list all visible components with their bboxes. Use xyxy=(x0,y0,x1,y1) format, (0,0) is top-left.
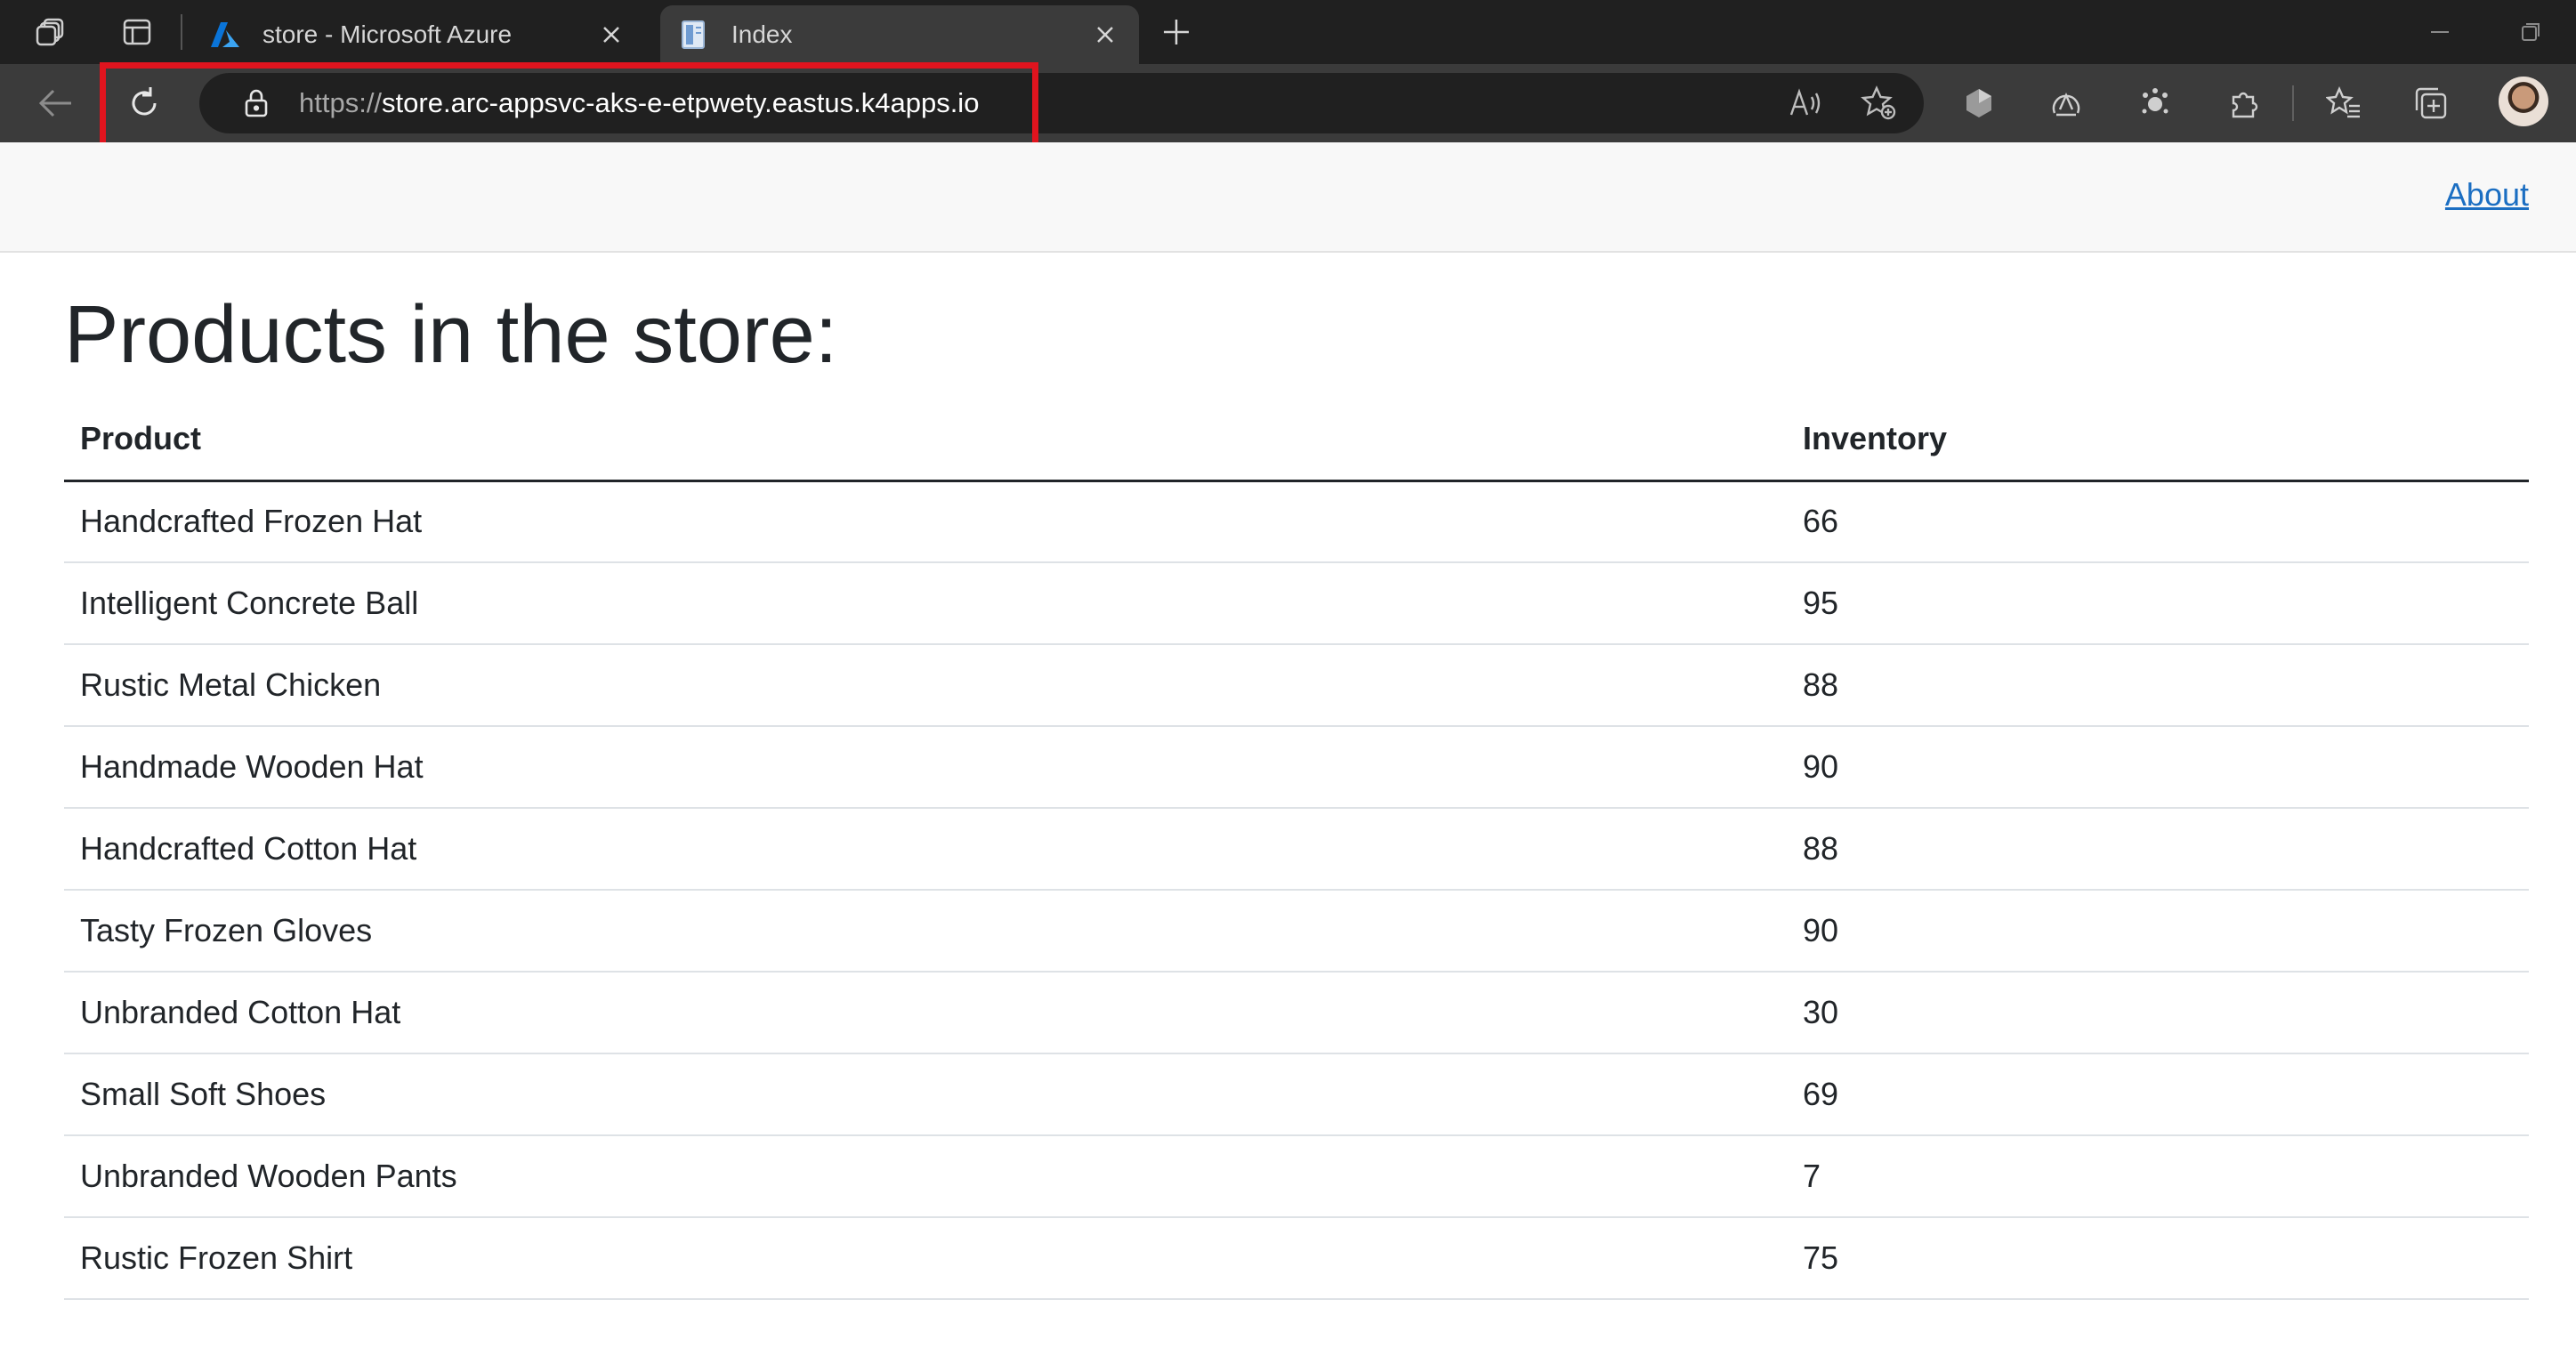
read-aloud-icon[interactable] xyxy=(1787,84,1826,123)
table-row: Handmade Wooden Hat 90 xyxy=(64,726,2529,809)
product-name: Handcrafted Cotton Hat xyxy=(64,808,1787,891)
lock-icon[interactable] xyxy=(237,84,276,123)
tab-separator xyxy=(181,14,182,50)
inventory-count: 90 xyxy=(1787,726,2529,809)
product-name: Handmade Wooden Hat xyxy=(64,726,1787,809)
collections-icon[interactable] xyxy=(2410,82,2452,125)
azure-logo-icon xyxy=(209,19,241,51)
tab-azure[interactable]: store - Microsoft Azure xyxy=(191,5,645,64)
inventory-count: 66 xyxy=(1787,480,2529,563)
table-row: Small Soft Shoes 69 xyxy=(64,1053,2529,1136)
product-name: Unbranded Wooden Pants xyxy=(64,1135,1787,1218)
about-link[interactable]: About xyxy=(2445,176,2529,214)
table-row: Tasty Frozen Gloves 90 xyxy=(64,890,2529,973)
browser-toolbar: https://store.arc-appsvc-aks-e-etpwety.e… xyxy=(0,64,2576,142)
workspaces-icon[interactable] xyxy=(32,12,71,52)
back-arrow-icon[interactable] xyxy=(34,82,77,125)
favorites-icon[interactable] xyxy=(2322,82,2365,125)
inventory-count: 88 xyxy=(1787,808,2529,891)
product-name: Handcrafted Frozen Hat xyxy=(64,480,1787,563)
site-navbar: About xyxy=(0,142,2576,253)
table-row: Handcrafted Cotton Hat 88 xyxy=(64,808,2529,891)
tab-title: store - Microsoft Azure xyxy=(262,20,513,48)
page-title: Products in the store: xyxy=(64,289,838,380)
table-row: Intelligent Concrete Ball 95 xyxy=(64,562,2529,645)
page-icon xyxy=(678,19,710,51)
tab-bar: store - Microsoft Azure Index xyxy=(0,0,2576,64)
table-row: Unbranded Cotton Hat 30 xyxy=(64,972,2529,1054)
inventory-count: 88 xyxy=(1787,644,2529,727)
close-tab-icon[interactable] xyxy=(1089,19,1121,51)
close-tab-icon[interactable] xyxy=(595,19,627,51)
product-name: Small Soft Shoes xyxy=(64,1053,1787,1136)
url-text[interactable]: https://store.arc-appsvc-aks-e-etpwety.e… xyxy=(299,73,979,133)
extensions-puzzle-icon[interactable] xyxy=(2222,82,2265,125)
new-tab-icon[interactable] xyxy=(1157,12,1196,52)
table-row: Unbranded Wooden Pants 7 xyxy=(64,1135,2529,1218)
url-scheme: https:// xyxy=(299,87,383,118)
add-favorite-icon[interactable] xyxy=(1860,84,1899,123)
minimize-icon[interactable] xyxy=(2420,12,2459,52)
inventory-count: 95 xyxy=(1787,562,2529,645)
product-name: Unbranded Cotton Hat xyxy=(64,972,1787,1054)
refresh-icon[interactable] xyxy=(123,82,166,125)
table-row: Rustic Frozen Shirt 75 xyxy=(64,1217,2529,1300)
toolbar-divider xyxy=(2292,85,2294,121)
table-row: Rustic Metal Chicken 88 xyxy=(64,644,2529,727)
product-name: Rustic Frozen Shirt xyxy=(64,1217,1787,1300)
table-row: Handcrafted Frozen Hat 66 xyxy=(64,480,2529,563)
product-name: Intelligent Concrete Ball xyxy=(64,562,1787,645)
products-table: Product Inventory Handcrafted Frozen Hat… xyxy=(64,399,2529,1300)
tab-title: Index xyxy=(731,20,793,48)
header-product: Product xyxy=(64,399,1787,482)
inventory-count: 75 xyxy=(1787,1217,2529,1300)
extension-shield-icon[interactable] xyxy=(1958,82,2000,125)
inventory-count: 7 xyxy=(1787,1135,2529,1218)
tab-index[interactable]: Index xyxy=(660,5,1139,64)
table-header-row: Product Inventory xyxy=(64,399,2529,482)
copilot-extension-icon[interactable] xyxy=(2134,82,2176,125)
inventory-count: 69 xyxy=(1787,1053,2529,1136)
product-name: Tasty Frozen Gloves xyxy=(64,890,1787,973)
vertical-tabs-icon[interactable] xyxy=(117,12,157,52)
product-name: Rustic Metal Chicken xyxy=(64,644,1787,727)
url-host: store.arc-appsvc-aks-e-etpwety.eastus.k4… xyxy=(382,87,980,118)
restore-icon[interactable] xyxy=(2511,12,2550,52)
address-bar[interactable]: https://store.arc-appsvc-aks-e-etpwety.e… xyxy=(199,73,1924,133)
inventory-count: 90 xyxy=(1787,890,2529,973)
profile-avatar[interactable] xyxy=(2499,77,2548,126)
header-inventory: Inventory xyxy=(1787,399,2529,482)
inventory-count: 30 xyxy=(1787,972,2529,1054)
handwriting-icon[interactable] xyxy=(2045,82,2087,125)
